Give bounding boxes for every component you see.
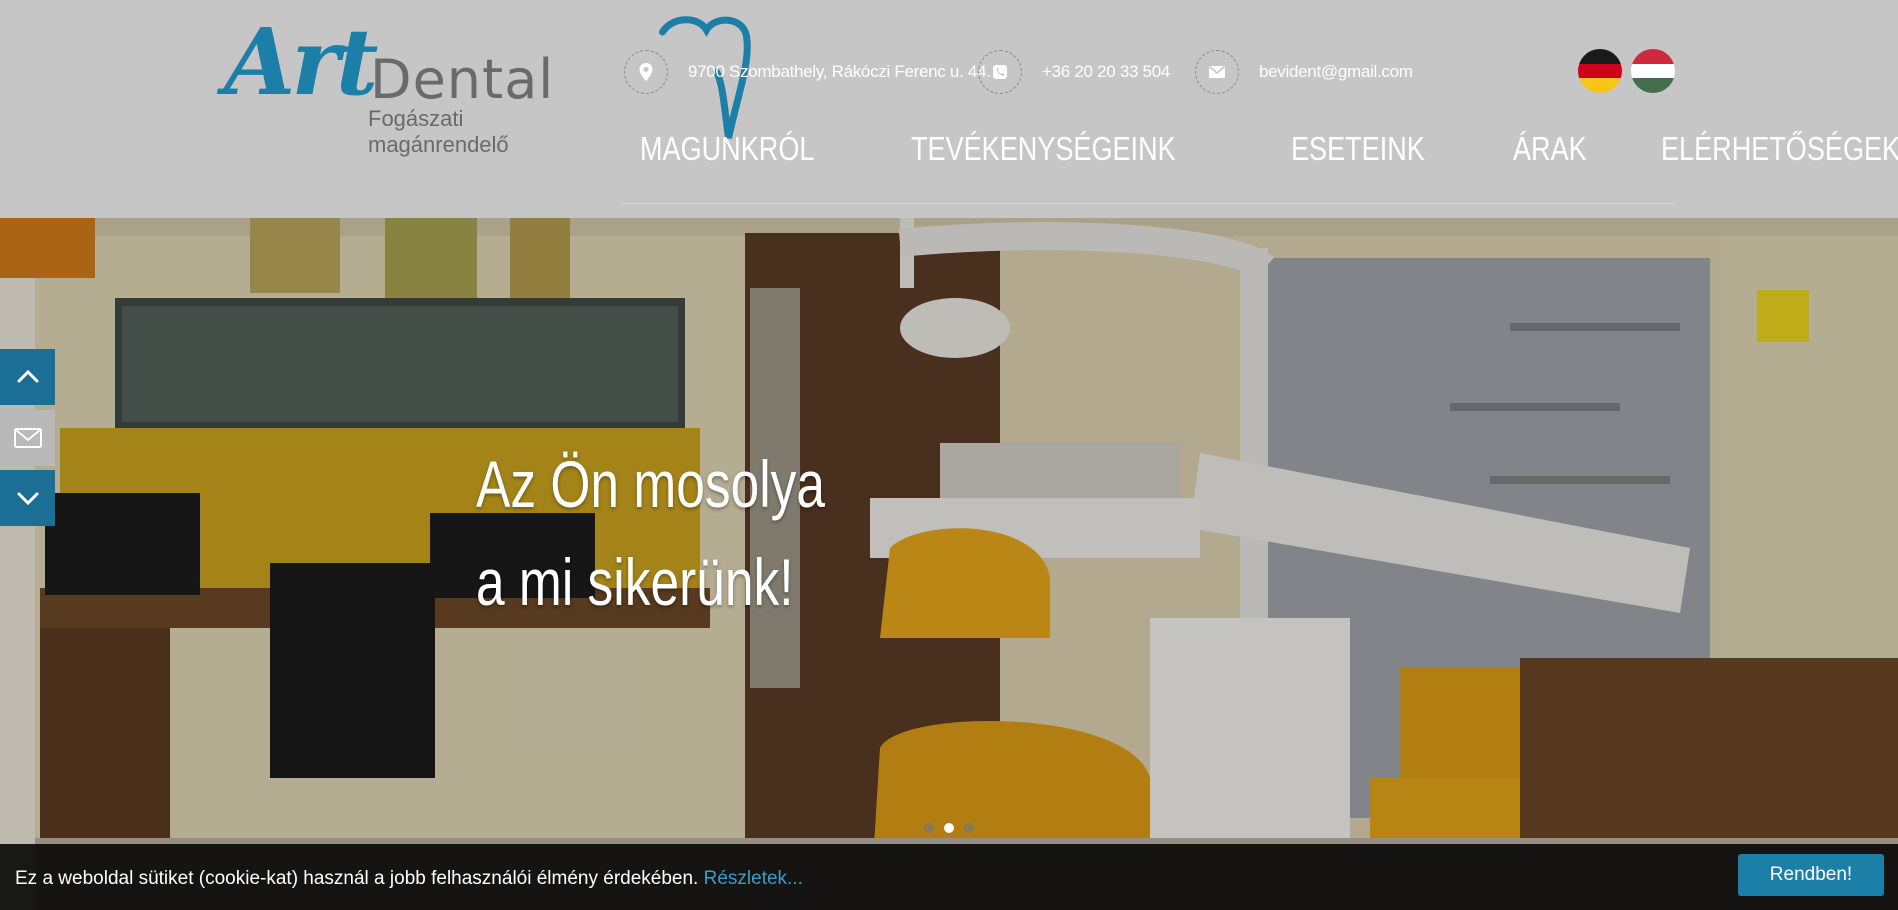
- cookie-banner: Ez a weboldal sütiket (cookie-kat) haszn…: [0, 844, 1898, 910]
- main-nav: MAGUNKRÓL TEVÉKENYSÉGEINK ESETEINK ÁRAK …: [640, 130, 1898, 168]
- cookie-details-link[interactable]: Részletek...: [704, 868, 803, 889]
- logo-art-text: Art: [224, 8, 378, 116]
- scroll-down-button[interactable]: [0, 470, 55, 526]
- slider-dot-2[interactable]: [944, 823, 954, 833]
- nav-item-magunkrol[interactable]: MAGUNKRÓL: [640, 130, 814, 168]
- hero-overlay: [0, 218, 1898, 910]
- chevron-up-icon: [17, 369, 38, 383]
- phone-icon: [978, 50, 1022, 94]
- slider-pagination: [924, 823, 984, 833]
- cookie-accept-button[interactable]: Rendben!: [1738, 854, 1884, 896]
- map-pin-icon: [624, 50, 668, 94]
- envelope-icon: [13, 428, 42, 448]
- nav-item-eseteink[interactable]: ESETEINK: [1291, 130, 1425, 168]
- cookie-text: Ez a weboldal sütiket (cookie-kat) haszn…: [15, 868, 699, 889]
- slider-dot-1[interactable]: [924, 823, 934, 833]
- address-text: 9700 Szombathely, Rákóczi Ferenc u. 44.: [688, 62, 991, 81]
- chevron-down-icon: [17, 492, 38, 506]
- email-text: bevident@gmail.com: [1259, 62, 1413, 81]
- nav-item-elerhetosegek[interactable]: ELÉRHETŐSÉGEK: [1661, 130, 1898, 168]
- nav-divider: [622, 203, 1674, 204]
- contact-mail-button[interactable]: [0, 410, 55, 466]
- hero-slider: Az Ön mosolya a mi sikerünk!: [0, 218, 1898, 910]
- email-contact[interactable]: bevident@gmail.com: [1195, 50, 1413, 94]
- cookie-message: Ez a weboldal sütiket (cookie-kat) haszn…: [15, 868, 803, 890]
- hero-headline-line2: a mi sikerünk!: [476, 545, 794, 619]
- address-contact: 9700 Szombathely, Rákóczi Ferenc u. 44.: [624, 50, 991, 94]
- hero-headline-line1: Az Ön mosolya: [476, 447, 826, 521]
- hungarian-flag-button[interactable]: [1631, 49, 1675, 93]
- envelope-icon: [1195, 50, 1239, 94]
- artdental-logo[interactable]: Art Dental Fogászati magánrendelő: [220, 8, 751, 157]
- scroll-up-button[interactable]: [0, 349, 55, 405]
- site-header: Art Dental Fogászati magánrendelő 9700 S…: [0, 0, 1898, 218]
- nav-item-tevekenysegeink[interactable]: TEVÉKENYSÉGEINK: [911, 130, 1176, 168]
- nav-item-arak[interactable]: ÁRAK: [1513, 130, 1587, 168]
- phone-text: +36 20 20 33 504: [1042, 62, 1171, 81]
- slider-dot-3[interactable]: [964, 823, 974, 833]
- phone-contact[interactable]: +36 20 20 33 504: [978, 50, 1170, 94]
- german-flag-button[interactable]: [1578, 49, 1622, 93]
